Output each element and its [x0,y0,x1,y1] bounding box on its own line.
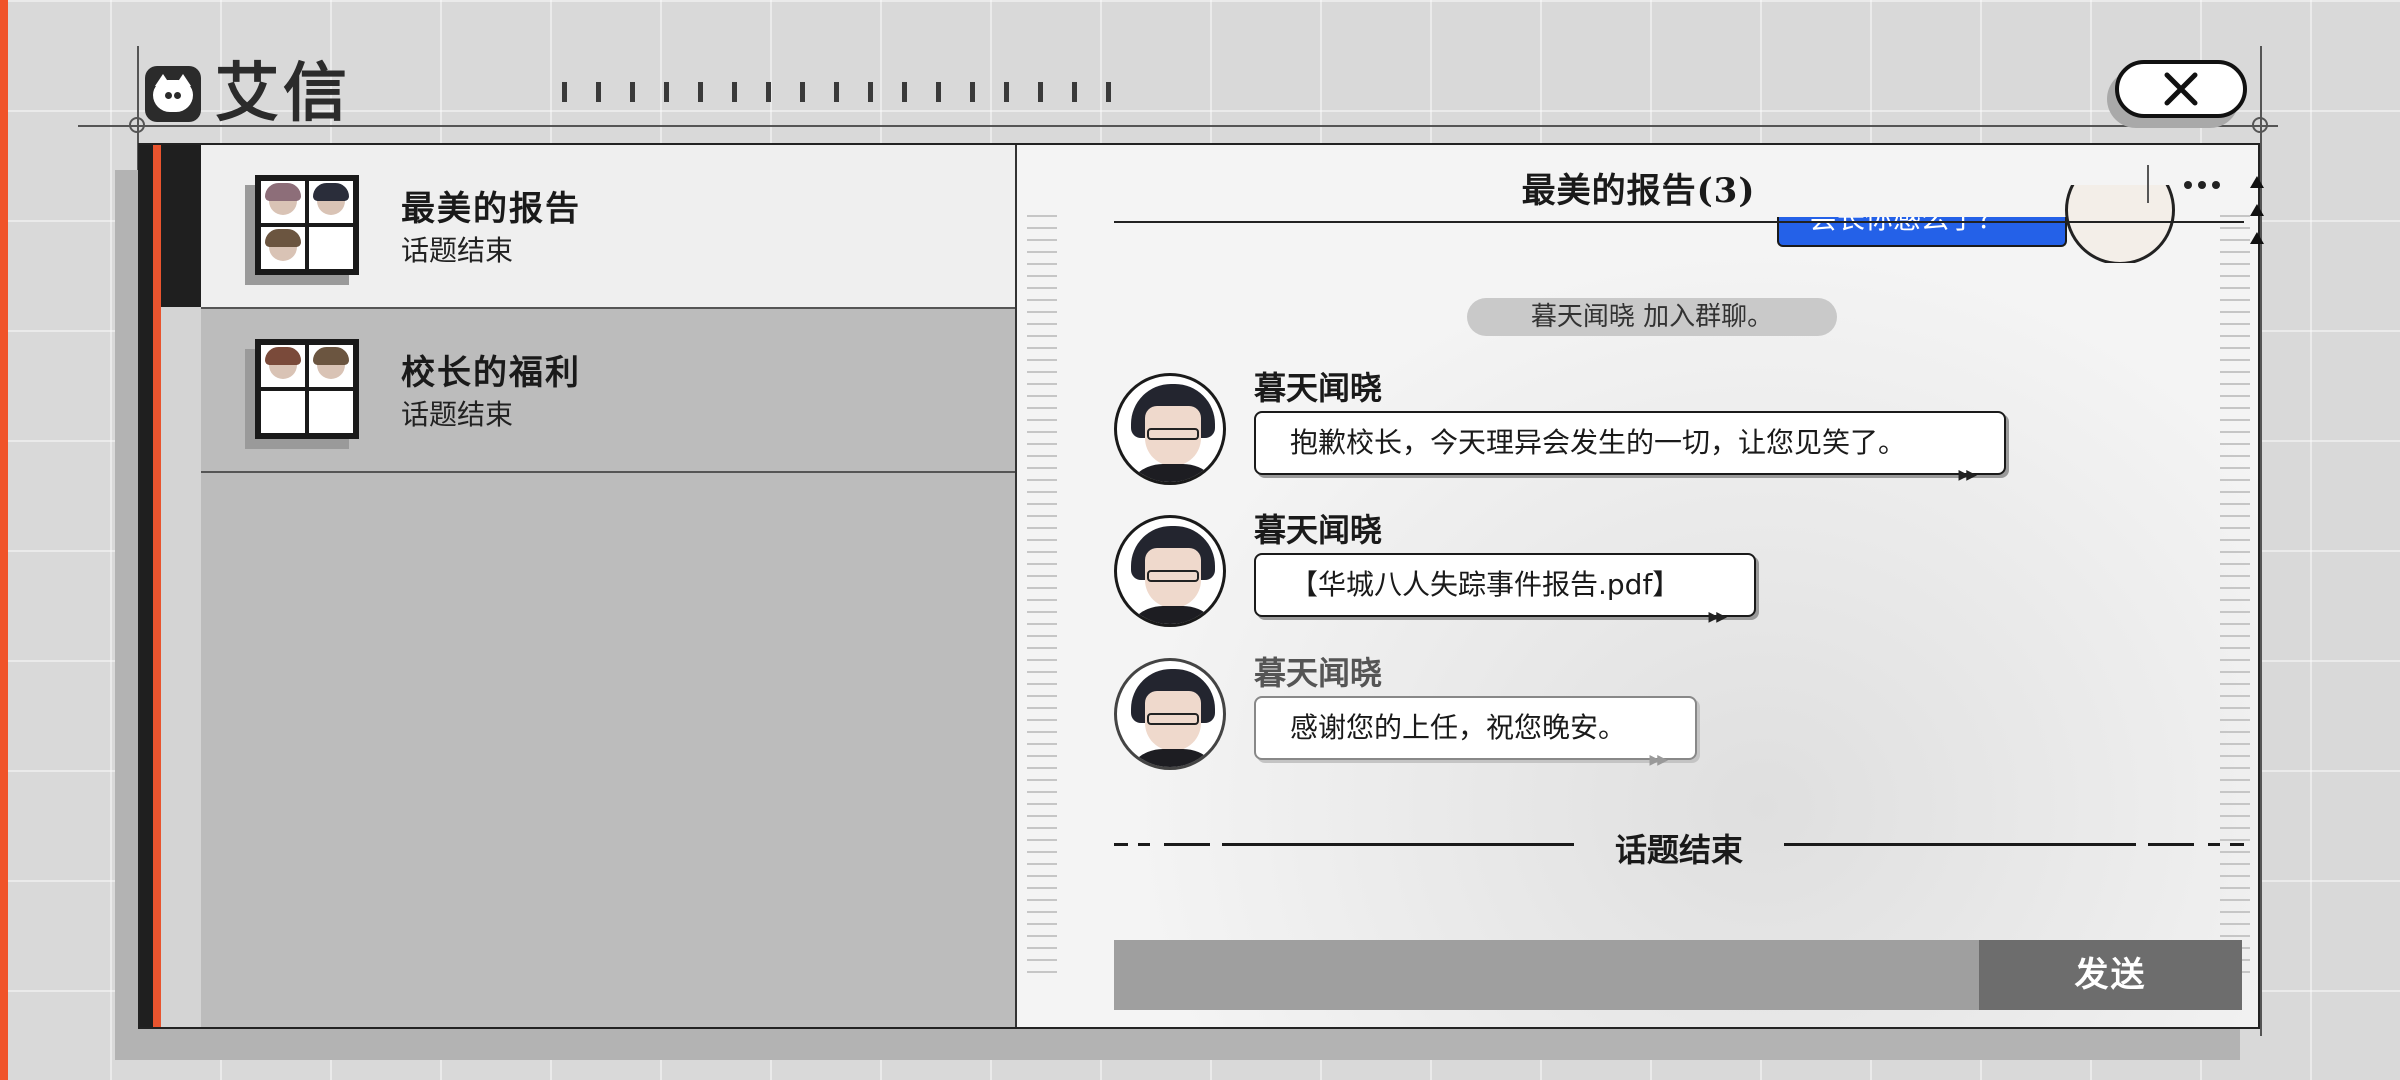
sender-name: 暮天闻晓 [1254,654,1383,692]
group-avatar [255,175,359,275]
selection-indicator [161,145,201,307]
chat-item-report[interactable]: 最美的报告 话题结束 [201,145,1015,309]
chat-name: 最美的报告 [401,189,581,229]
chat-status: 话题结束 [401,398,514,431]
header-separator [2147,165,2149,203]
message-text: 抱歉校长，今天理异会发生的一切，让您见笑了。 [1290,426,1907,459]
header-divider [1114,221,2244,223]
left-accent-edge [0,0,8,1080]
message-bubble: 抱歉校长，今天理异会发生的一切，让您见笑了。 ▶▶ [1254,411,2006,482]
more-dots-icon [2184,181,2220,189]
more-options-button[interactable] [2167,167,2237,203]
bubble-arrows: ▶▶ [1958,467,1976,483]
frame-rule-top [78,125,2278,127]
app-title: 艾信 [215,56,351,131]
decorative-ticks [562,82,1111,102]
system-message: 暮天闻晓 加入群聊。 [1467,298,1837,336]
bubble-arrows: ▶▶ [1649,752,1667,768]
chat-item-benefit[interactable]: 校长的福利 话题结束 [201,309,1015,473]
decorative-ruler [1027,215,1057,975]
app-logo: 艾信 [145,62,351,126]
conversation-panel: 会长你感么了？ 最美的报告(3) 暮天闻晓 加入群聊。 暮天闻晓 抱歉校长，今天… [1015,145,2258,1027]
conversation-header: 最美的报告(3) [1017,145,2258,225]
left-strip [140,145,161,1027]
message-text: 感谢您的上任，祝您晚安。 [1290,711,1627,744]
sender-name: 暮天闻晓 [1254,511,1383,549]
bubble-arrows: ▶▶ [1708,609,1726,625]
message-text: 【华城八人失踪事件报告.pdf】 [1290,568,1681,601]
close-button[interactable] [2115,60,2247,118]
scroll-up-icon[interactable] [2250,176,2264,258]
send-button[interactable]: 发送 [1979,940,2242,1010]
topic-end-divider: 话题结束 [1114,825,2244,869]
message-input[interactable] [1114,940,1979,1010]
sender-name: 暮天闻晓 [1254,369,1383,407]
cat-logo-icon [145,66,201,122]
message-bubble: 感谢您的上任，祝您晚安。 ▶▶ [1254,696,1697,767]
chat-list: 最美的报告 话题结束 校长的福利 话题结束 [201,145,1015,1027]
sender-avatar[interactable] [1114,373,1226,485]
chat-name: 校长的福利 [401,353,581,393]
chat-status: 话题结束 [401,234,514,267]
file-attachment-bubble[interactable]: 【华城八人失踪事件报告.pdf】 ▶▶ [1254,553,1756,624]
crosshair-mark [2252,117,2268,133]
crosshair-mark [129,117,145,133]
sender-avatar[interactable] [1114,515,1226,627]
close-icon [2164,72,2198,106]
messenger-window: 最美的报告 话题结束 校长的福利 话题结束 会长你感么了？ 最美的报告(3) 暮… [138,143,2260,1029]
topic-end-label: 话题结束 [1614,831,1743,869]
sender-avatar[interactable] [1114,658,1226,770]
group-avatar [255,339,359,439]
conversation-title: 最美的报告(3) [1521,171,1756,211]
